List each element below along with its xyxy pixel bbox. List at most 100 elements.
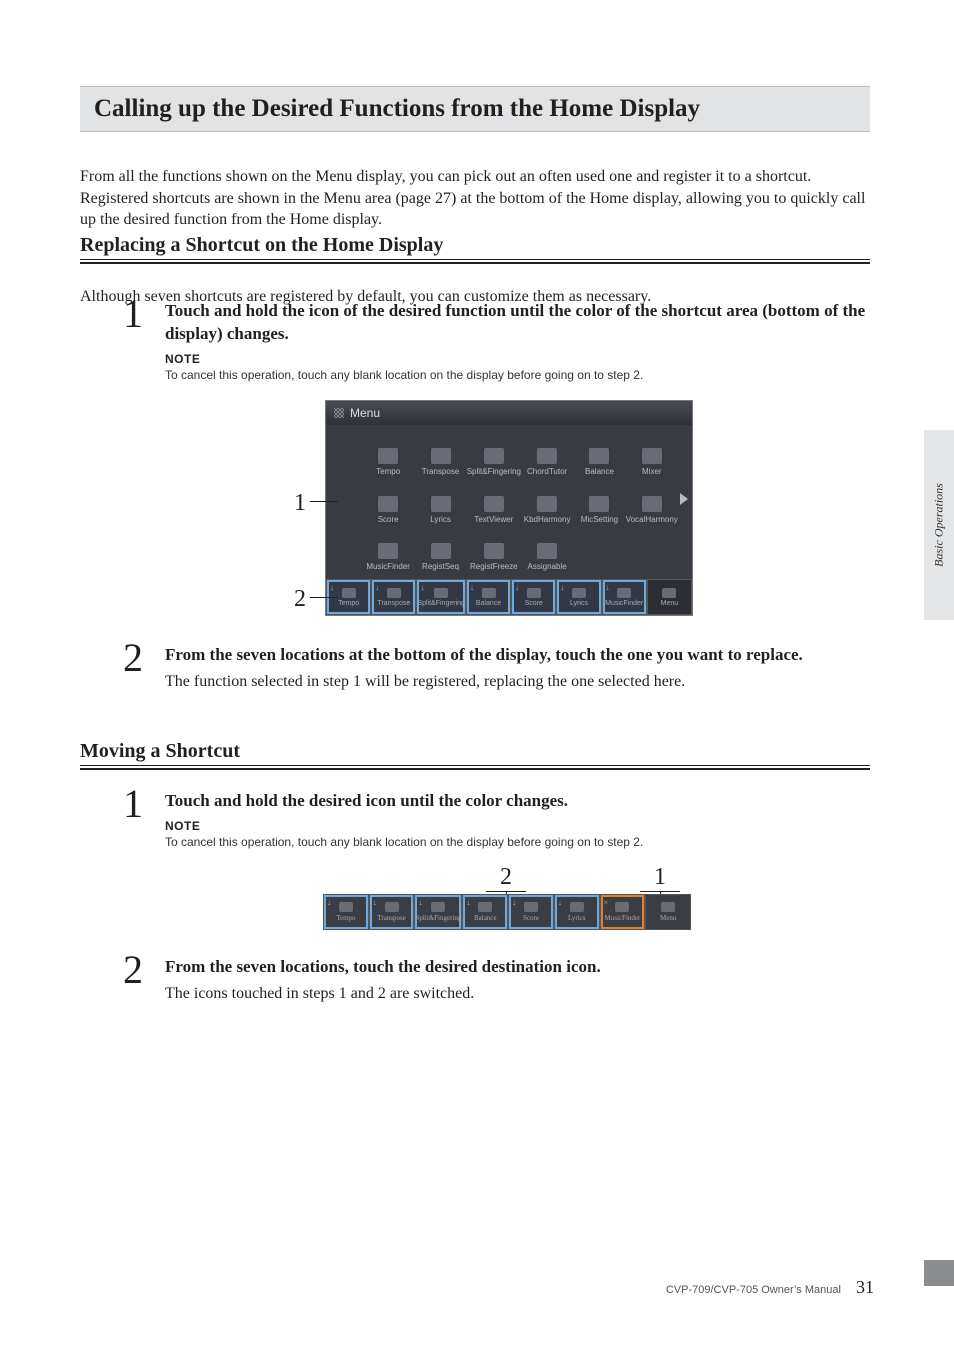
callout-2: 2	[294, 586, 338, 613]
score-icon	[378, 496, 398, 512]
menu-item-textviewer[interactable]: TextViewer	[467, 480, 521, 523]
note-label: NOTE	[165, 352, 870, 366]
step-heading: Touch and hold the desired icon until th…	[165, 790, 870, 813]
section-title-bar: Calling up the Desired Functions from th…	[80, 86, 870, 132]
vocalharmony-icon	[642, 496, 662, 512]
micsetting-icon	[589, 496, 609, 512]
registseq-icon	[431, 543, 451, 559]
shortcut-bar: ↓Tempo ↓Transpose ↓Split&Fingering ↓Bala…	[326, 579, 692, 615]
lyrics-icon	[572, 588, 586, 598]
note-text: To cancel this operation, touch any blan…	[165, 835, 870, 849]
shortcut-musicfinder[interactable]: ↓MusicFinder	[602, 579, 647, 615]
step-number: 1	[123, 294, 143, 334]
menu-item-registseq[interactable]: RegistSeq	[414, 528, 466, 571]
score-icon	[524, 902, 538, 912]
shortcut-bar-moving: ↓Tempo ↓Transpose ↓Split&Fingering ↓Bala…	[323, 894, 691, 930]
menu-item-tempo[interactable]: Tempo	[362, 433, 414, 476]
textviewer-icon	[484, 496, 504, 512]
score-icon	[527, 588, 541, 598]
menu-next-page-icon[interactable]	[680, 493, 688, 505]
transpose-icon	[387, 588, 401, 598]
rule	[80, 768, 870, 770]
menu-item-mixer[interactable]: Mixer	[626, 433, 678, 476]
shortcut-score[interactable]: ↓Score	[508, 894, 554, 930]
menu-item-splitfingering[interactable]: Split&Fingering	[467, 433, 521, 476]
menu-item-kbdharmony[interactable]: KbdHarmony	[521, 480, 573, 523]
menu-item-score[interactable]: Score	[362, 480, 414, 523]
musicfinder-icon	[378, 543, 398, 559]
lyrics-icon	[431, 496, 451, 512]
menu-icon	[661, 902, 675, 912]
assignable-icon	[537, 543, 557, 559]
step-body-text: The function selected in step 1 will be …	[165, 673, 870, 691]
tempo-icon	[339, 902, 353, 912]
side-tab-label: Basic Operations	[932, 483, 947, 567]
step-number: 1	[123, 784, 143, 824]
shortcut-score[interactable]: ↓Score	[511, 579, 556, 615]
side-tab: Basic Operations	[924, 430, 954, 620]
menu-item-assignable[interactable]: Assignable	[521, 528, 573, 571]
callout-line	[310, 597, 338, 598]
menu-grid: Tempo Transpose Split&Fingering ChordTut…	[362, 433, 678, 571]
page-number: 31	[856, 1277, 874, 1297]
menu-icon	[662, 588, 676, 598]
step-number: 2	[123, 638, 143, 678]
shortcut-transpose[interactable]: ↓Transpose	[371, 579, 416, 615]
shortcut-menu[interactable]: Menu	[645, 894, 691, 930]
shortcut-splitfingering[interactable]: ↓Split&Fingering	[414, 894, 462, 930]
musicfinder-icon	[617, 588, 631, 598]
mixer-icon	[642, 448, 662, 464]
section-title: Calling up the Desired Functions from th…	[94, 95, 700, 123]
balance-icon	[589, 448, 609, 464]
shortcut-lyrics[interactable]: ↓Lyrics	[554, 894, 600, 930]
splitfingering-icon	[434, 588, 448, 598]
splitfingering-icon	[484, 448, 504, 464]
menu-header-label: Menu	[350, 406, 380, 420]
shortcut-balance[interactable]: ↓Balance	[466, 579, 511, 615]
menu-item-musicfinder[interactable]: MusicFinder	[362, 528, 414, 571]
step-heading: From the seven locations, touch the desi…	[165, 956, 870, 979]
menu-grid-icon	[334, 408, 344, 418]
subsection-moving-title: Moving a Shortcut	[80, 740, 870, 763]
kbdharmony-icon	[537, 496, 557, 512]
note-label: NOTE	[165, 819, 870, 833]
note-text: To cancel this operation, touch any blan…	[165, 368, 870, 382]
subsection-replacing-title: Replacing a Shortcut on the Home Display	[80, 234, 870, 257]
callout-1: 1	[294, 490, 338, 517]
chordtutor-icon	[537, 448, 557, 464]
tempo-icon	[378, 448, 398, 464]
shortcut-tempo[interactable]: ↓Tempo	[323, 894, 369, 930]
menu-screenshot: Menu Tempo Transpose Split&Fingering Cho…	[325, 400, 693, 616]
tempo-icon	[342, 588, 356, 598]
menu-item-balance[interactable]: Balance	[573, 433, 625, 476]
step-body-text: The icons touched in steps 1 and 2 are s…	[165, 985, 870, 1003]
subsection-moving-heading: Moving a Shortcut	[80, 740, 870, 770]
manual-name: CVP-709/CVP-705 Owner’s Manual	[666, 1284, 841, 1296]
step-1-moving: 1 Touch and hold the desired icon until …	[125, 790, 870, 849]
shortcut-menu[interactable]: Menu	[647, 579, 692, 615]
registfreeze-icon	[484, 543, 504, 559]
menu-item-lyrics[interactable]: Lyrics	[414, 480, 466, 523]
rule	[80, 765, 870, 766]
menu-item-micsetting[interactable]: MicSetting	[573, 480, 625, 523]
musicfinder-icon	[615, 902, 629, 912]
menu-item-registfreeze[interactable]: RegistFreeze	[467, 528, 521, 571]
menu-item-chordtutor[interactable]: ChordTutor	[521, 433, 573, 476]
shortcut-splitfingering[interactable]: ↓Split&Fingering	[416, 579, 465, 615]
balance-icon	[478, 902, 492, 912]
step-number: 2	[123, 950, 143, 990]
rule	[80, 259, 870, 260]
step-heading: From the seven locations at the bottom o…	[165, 644, 870, 667]
splitfingering-icon	[431, 902, 445, 912]
menu-item-transpose[interactable]: Transpose	[414, 433, 466, 476]
intro-paragraph: From all the functions shown on the Menu…	[80, 166, 870, 231]
step-2-moving: 2 From the seven locations, touch the de…	[125, 956, 870, 1003]
shortcut-lyrics[interactable]: ↓Lyrics	[556, 579, 601, 615]
callout-line	[310, 501, 338, 502]
menu-item-vocalharmony[interactable]: VocalHarmony	[626, 480, 678, 523]
shortcut-balance[interactable]: ↓Balance	[462, 894, 508, 930]
page-footer: CVP-709/CVP-705 Owner’s Manual 31	[0, 1277, 954, 1298]
menu-header: Menu	[326, 401, 692, 425]
shortcut-musicfinder[interactable]: ×MusicFinder	[600, 894, 646, 930]
shortcut-transpose[interactable]: ↓Transpose	[369, 894, 415, 930]
